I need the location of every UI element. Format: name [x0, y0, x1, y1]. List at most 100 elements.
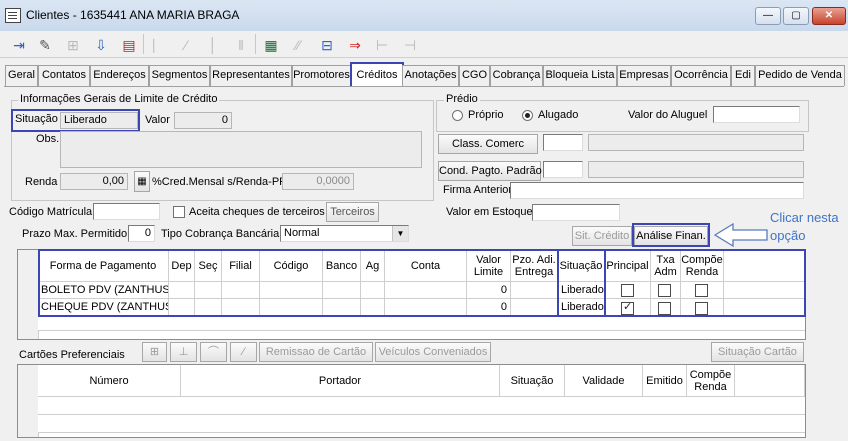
first-icon[interactable]: ⎸ — [148, 33, 172, 57]
table-row-2-situacao[interactable]: Liberado — [558, 299, 605, 317]
tab-enderecos[interactable]: Endereços — [90, 65, 149, 86]
terceiros-button[interactable]: Terceiros — [326, 202, 379, 222]
class-comerc-desc — [588, 134, 804, 151]
eraser-icon[interactable]: ✎ — [33, 33, 57, 57]
valor-aluguel-field[interactable] — [713, 106, 800, 123]
remissao-cartao-button[interactable]: Remissao de Cartão — [259, 342, 373, 362]
table-row-2-conta[interactable] — [385, 299, 467, 317]
row-2-compoe-renda-checkbox[interactable] — [695, 302, 708, 315]
tab-empresas[interactable]: Empresas — [617, 65, 671, 86]
split-right-icon[interactable]: ⊣ — [398, 33, 422, 57]
table-row-2-codigo[interactable] — [260, 299, 323, 317]
table-row-1-valor-limite[interactable]: 0 — [467, 282, 511, 299]
table-row-1-ag[interactable] — [361, 282, 385, 299]
cond-pagto-code[interactable] — [543, 161, 583, 178]
valor-label: Valor — [145, 114, 170, 126]
edit-icon[interactable]: ∕ — [174, 33, 198, 57]
col-txa-adm: Txa Adm — [651, 250, 681, 282]
tab-contatos[interactable]: Contatos — [38, 65, 90, 86]
tab-promotores[interactable]: Promotores — [292, 65, 351, 86]
report-icon[interactable]: ⊟ — [315, 33, 339, 57]
cartoes-row-1-empty[interactable] — [38, 397, 805, 415]
obs-label: Obs. — [36, 133, 60, 145]
cartoes-edit-button[interactable]: ∕ — [230, 342, 257, 362]
tab-cobranca[interactable]: Cobrança — [490, 65, 543, 86]
pencil-icon: ∕ — [242, 346, 245, 358]
row-1-principal-checkbox[interactable] — [621, 284, 634, 297]
tab-anotacoes[interactable]: Anotações — [402, 65, 459, 86]
split-left-icon[interactable]: ⊢ — [370, 33, 394, 57]
tab-segmentos[interactable]: Segmentos — [149, 65, 210, 86]
cartoes-row-2-empty[interactable] — [38, 415, 805, 433]
tab-representantes[interactable]: Representantes — [210, 65, 292, 86]
valor-estoque-field[interactable] — [532, 204, 620, 221]
cartoes-add-button[interactable]: ⊞ — [142, 342, 167, 362]
maximize-button[interactable]: ▢ — [783, 7, 809, 25]
table-row-1-codigo[interactable] — [260, 282, 323, 299]
codigo-matricula-field[interactable] — [93, 203, 160, 220]
class-comerc-button[interactable]: Class. Comerc — [438, 134, 538, 154]
col-cartao-compoe-renda: Compõe Renda — [687, 365, 735, 397]
row-1-txa-adm-checkbox[interactable] — [658, 284, 671, 297]
row-2-principal-checkbox[interactable] — [621, 300, 634, 315]
sit-credito-button[interactable]: Sit. Crédito — [572, 226, 632, 246]
table-row-1-pzo[interactable] — [511, 282, 558, 299]
tab-pedido-de-venda[interactable]: Pedido de Venda — [755, 65, 845, 86]
table-row-2-banco[interactable] — [323, 299, 361, 317]
table-row-2-sec[interactable] — [195, 299, 222, 317]
prev-icon[interactable]: │ — [201, 33, 225, 57]
table-row-1-dep[interactable] — [169, 282, 195, 299]
next-icon[interactable]: ‖ — [229, 33, 253, 57]
alugado-radio[interactable] — [522, 110, 533, 121]
table-row-2-dep[interactable] — [169, 299, 195, 317]
cartoes-tree-button[interactable]: ⊥ — [170, 342, 197, 362]
export-icon[interactable]: ⇒ — [343, 33, 367, 57]
print-icon[interactable]: ▤ — [117, 33, 141, 57]
codigo-matricula-label: Código Matrícula — [9, 206, 93, 218]
calculator-icon[interactable]: ▦ — [259, 33, 283, 57]
close-button[interactable]: ✕ — [812, 7, 846, 25]
table-row-2-forma[interactable]: CHEQUE PDV (ZANTHUS — [38, 299, 169, 317]
firma-anterior-field[interactable] — [510, 182, 804, 199]
table-row-1-filial[interactable] — [222, 282, 260, 299]
tab-geral[interactable]: Geral — [5, 65, 38, 86]
tab-edi[interactable]: Edi — [731, 65, 755, 86]
table-row-2-ag[interactable] — [361, 299, 385, 317]
table-row-1-banco[interactable] — [323, 282, 361, 299]
aceita-cheques-checkbox[interactable] — [173, 206, 185, 218]
cartoes-undo-button[interactable]: ⌒ — [200, 342, 227, 362]
class-comerc-code[interactable] — [543, 134, 583, 151]
chevron-down-icon[interactable]: ▼ — [392, 226, 408, 241]
situacao-cartao-button[interactable]: Situação Cartão — [711, 342, 804, 362]
table-row-1-sec[interactable] — [195, 282, 222, 299]
grid-add-icon: ⊞ — [149, 346, 160, 358]
find-icon[interactable]: ⁄⁄ — [286, 33, 310, 57]
predio-group-label: Prédio — [444, 93, 480, 105]
tab-cgo[interactable]: CGO — [459, 65, 490, 86]
table-row-3-empty[interactable] — [38, 317, 805, 331]
tipo-cobranca-select[interactable]: Normal — [280, 225, 409, 242]
table-row-2-filler — [724, 299, 805, 317]
minimize-button[interactable]: — — [755, 7, 781, 25]
undo-icon: ⌒ — [208, 346, 219, 358]
table-row-2-pzo[interactable] — [511, 299, 558, 317]
proprio-radio[interactable] — [452, 110, 463, 121]
table-row-2-valor-limite[interactable]: 0 — [467, 299, 511, 317]
calculator-button[interactable]: ▦ — [134, 171, 150, 192]
veiculos-conveniados-button[interactable]: Veículos Conveniados — [375, 342, 491, 362]
tab-bloqueia-lista[interactable]: Bloqueia Lista — [543, 65, 617, 86]
row-1-compoe-renda-checkbox[interactable] — [695, 284, 708, 297]
exit-icon[interactable]: ⇥ — [7, 33, 31, 57]
tree-icon[interactable]: ⊞ — [61, 33, 85, 57]
table-row-2-filial[interactable] — [222, 299, 260, 317]
table-row-1-forma[interactable]: BOLETO PDV (ZANTHUS — [38, 282, 169, 299]
row-2-txa-adm-checkbox[interactable] — [658, 302, 671, 315]
tab-ocorrencia[interactable]: Ocorrência — [671, 65, 731, 86]
table-row-1-situacao[interactable]: Liberado — [558, 282, 605, 299]
window-title: Clientes - 1635441 ANA MARIA BRAGA — [26, 8, 240, 22]
prazo-max-field[interactable]: 0 — [128, 225, 155, 242]
cond-pagto-button[interactable]: Cond. Pagto. Padrão — [438, 161, 542, 181]
download-icon[interactable]: ⇩ — [89, 33, 113, 57]
analise-finan-button[interactable]: Análise Finan. — [634, 226, 708, 246]
table-row-1-conta[interactable] — [385, 282, 467, 299]
